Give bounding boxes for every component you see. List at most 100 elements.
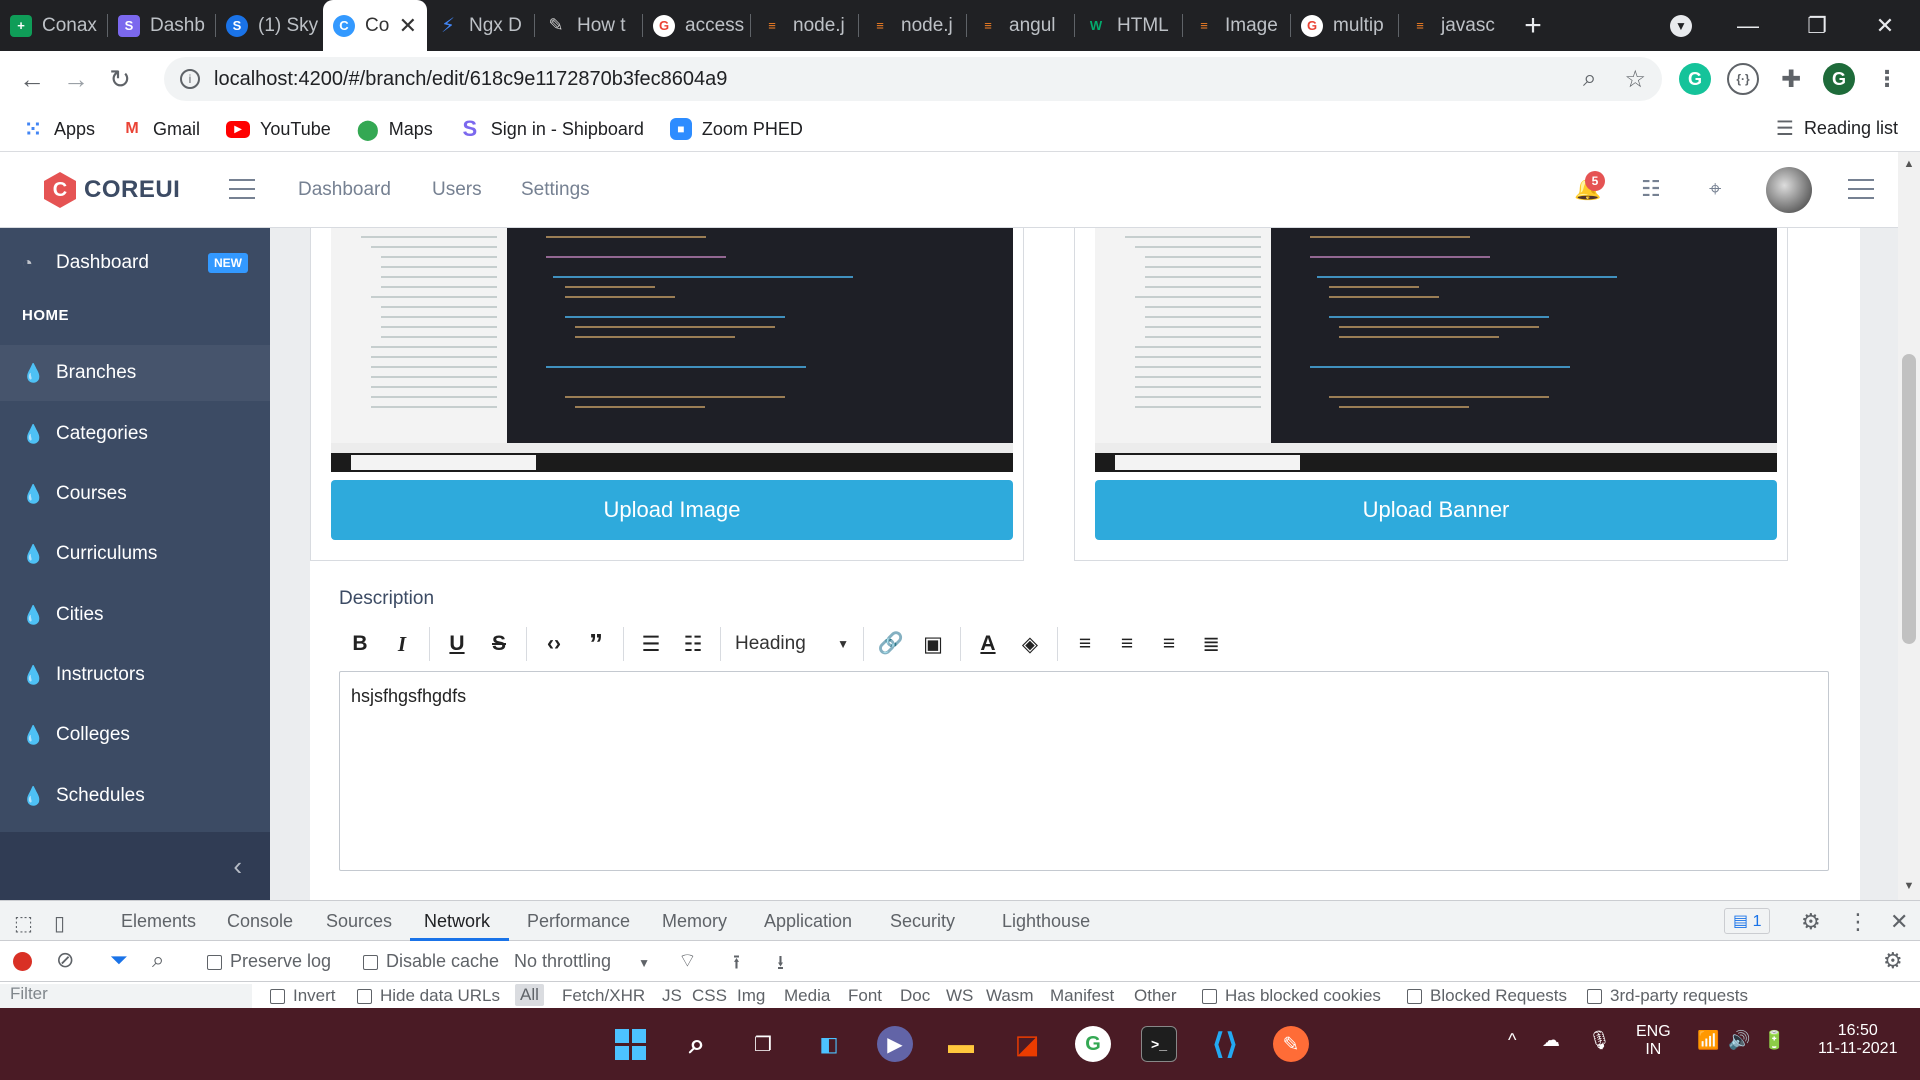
invert-checkbox[interactable]: Invert xyxy=(270,986,336,1006)
task-view-icon[interactable]: ❐ xyxy=(745,1026,781,1062)
code-icon[interactable]: ‹› xyxy=(533,624,575,664)
align-center-icon[interactable]: ≡ xyxy=(1106,624,1148,664)
ordered-list-icon[interactable]: ☰ xyxy=(630,624,672,664)
type-filter-manifest[interactable]: Manifest xyxy=(1050,986,1114,1006)
sidebar-item-dashboard[interactable]: ◔ Dashboard NEW xyxy=(0,239,270,287)
browser-tab[interactable]: ✎ How t xyxy=(535,0,642,51)
link-icon[interactable]: 🔗 xyxy=(870,624,912,664)
devtools-tab-network[interactable]: Network xyxy=(424,911,490,932)
browser-tab[interactable]: S Dashb xyxy=(108,0,215,51)
import-har-icon[interactable]: ⭱ xyxy=(733,948,740,982)
windows-start-icon[interactable] xyxy=(612,1026,648,1062)
browser-tab[interactable]: S (1) Sky xyxy=(216,0,323,51)
align-justify-icon[interactable]: ≣ xyxy=(1190,624,1232,664)
blockquote-icon[interactable]: ” xyxy=(575,624,617,664)
extensions-puzzle-icon[interactable]: ✚ xyxy=(1775,63,1807,95)
search-icon[interactable]: ⌕ xyxy=(679,1026,715,1062)
throttling-select[interactable]: No throttling ▼ xyxy=(514,951,650,972)
aside-menu-toggle-icon[interactable] xyxy=(1848,179,1874,199)
forward-icon[interactable]: → xyxy=(54,57,98,101)
disable-cache-checkbox[interactable]: Disable cache xyxy=(363,951,499,972)
devtools-tab-memory[interactable]: Memory xyxy=(662,911,727,932)
italic-icon[interactable]: I xyxy=(381,624,423,664)
scroll-down-icon[interactable]: ▼ xyxy=(1898,880,1920,892)
sidebar-item-branches[interactable]: 💧 Branches xyxy=(0,345,270,401)
type-filter-media[interactable]: Media xyxy=(784,986,830,1006)
has-blocked-cookies-checkbox[interactable]: Has blocked cookies xyxy=(1202,986,1381,1006)
profile-avatar[interactable]: G xyxy=(1823,63,1855,95)
bookmark-gmail[interactable]: M Gmail xyxy=(121,118,200,140)
zoom-icon[interactable]: ⌕ xyxy=(1583,65,1596,94)
strikethrough-icon[interactable]: S xyxy=(478,624,520,664)
volume-icon[interactable]: 🔊 xyxy=(1728,1030,1750,1051)
browser-tab[interactable]: ⚡ Ngx D xyxy=(427,0,534,51)
browser-tab[interactable]: ≡ node.j xyxy=(751,0,858,51)
language-indicator[interactable]: ENG IN xyxy=(1636,1023,1671,1059)
device-toolbar-icon[interactable]: ▯ xyxy=(54,911,65,936)
sidebar-item-colleges[interactable]: 💧 Colleges xyxy=(0,711,270,759)
issues-counter[interactable]: ▤ 1 xyxy=(1724,908,1771,934)
close-tab-icon[interactable]: ✕ xyxy=(399,13,417,39)
browser-tab[interactable]: ≡ angul xyxy=(967,0,1074,51)
sidebar-item-schedules[interactable]: 💧 Schedules xyxy=(0,772,270,820)
scrollbar-thumb[interactable] xyxy=(1902,354,1916,644)
browser-menu-icon[interactable]: ⋮ xyxy=(1871,63,1903,95)
page-scrollbar[interactable]: ▲ ▼ xyxy=(1898,152,1920,900)
inspect-element-icon[interactable]: ⬚ xyxy=(14,911,33,936)
office-icon[interactable]: ◪ xyxy=(1009,1026,1045,1062)
bookmark-apps[interactable]: ⁙ Apps xyxy=(22,118,95,141)
devtools-more-icon[interactable]: ⋮ xyxy=(1847,909,1869,935)
third-party-requests-checkbox[interactable]: 3rd-party requests xyxy=(1587,986,1748,1006)
url-text[interactable]: localhost:4200/#/branch/edit/618c9e11728… xyxy=(214,68,727,91)
devtools-tab-performance[interactable]: Performance xyxy=(527,911,630,932)
hide-data-urls-checkbox[interactable]: Hide data URLs xyxy=(357,986,500,1006)
new-tab-button[interactable]: + xyxy=(1506,0,1560,51)
close-window-icon[interactable]: ✕ xyxy=(1850,0,1920,51)
devtools-tab-sources[interactable]: Sources xyxy=(326,911,392,932)
heading-select[interactable]: Heading ▼ xyxy=(727,624,857,664)
omnibox[interactable]: i localhost:4200/#/branch/edit/618c9e117… xyxy=(164,57,1662,101)
minimize-icon[interactable]: — xyxy=(1713,0,1783,51)
tab-search-icon[interactable]: ▼ xyxy=(1646,0,1716,51)
sidebar-minimizer[interactable]: ‹ xyxy=(0,832,270,900)
sidebar-toggle-icon[interactable] xyxy=(229,179,255,199)
filter-icon[interactable]: ⏷ xyxy=(110,947,128,973)
grammarly-icon[interactable]: G xyxy=(1679,63,1711,95)
type-filter-css[interactable]: CSS xyxy=(692,986,727,1006)
type-filter-font[interactable]: Font xyxy=(848,986,882,1006)
sidebar-item-courses[interactable]: 💧 Courses xyxy=(0,470,270,518)
header-nav-dashboard[interactable]: Dashboard xyxy=(298,179,391,201)
coreui-logo[interactable]: C COREUI xyxy=(44,172,180,208)
text-color-icon[interactable]: A xyxy=(967,624,1009,664)
reload-icon[interactable]: ↻ xyxy=(98,57,142,101)
align-right-icon[interactable]: ≡ xyxy=(1148,624,1190,664)
bookmark-youtube[interactable]: ▶ YouTube xyxy=(226,119,331,140)
bullet-list-icon[interactable]: ☷ xyxy=(672,624,714,664)
export-har-icon[interactable]: ⭳ xyxy=(777,948,784,982)
postman-icon[interactable]: ✎ xyxy=(1273,1026,1309,1062)
browser-tab[interactable]: Gaccess xyxy=(643,0,750,51)
location-pin-icon[interactable]: ⌖ xyxy=(1709,176,1721,202)
blocked-requests-checkbox[interactable]: Blocked Requests xyxy=(1407,986,1567,1006)
type-filter-other[interactable]: Other xyxy=(1134,986,1177,1006)
devtools-tab-application[interactable]: Application xyxy=(764,911,852,932)
type-filter-all[interactable]: All xyxy=(515,984,544,1006)
devtools-tab-security[interactable]: Security xyxy=(890,911,955,932)
description-editor[interactable]: hsjsfhgsfhgdfs xyxy=(339,671,1829,871)
header-nav-settings[interactable]: Settings xyxy=(521,179,590,201)
type-filter-img[interactable]: Img xyxy=(737,986,765,1006)
wifi-icon[interactable]: 📶 xyxy=(1697,1030,1719,1051)
underline-icon[interactable]: U xyxy=(436,624,478,664)
browser-tab[interactable]: W HTML xyxy=(1075,0,1182,51)
align-left-icon[interactable]: ≡ xyxy=(1064,624,1106,664)
terminal-icon[interactable]: >_ xyxy=(1141,1026,1177,1062)
upload-image-button[interactable]: Upload Image xyxy=(331,480,1013,540)
browser-tab[interactable]: + Conax xyxy=(0,0,107,51)
battery-icon[interactable]: 🔋 xyxy=(1763,1030,1785,1051)
browser-tab[interactable]: ≡ node.j xyxy=(859,0,966,51)
microphone-icon[interactable]: 🎙 xyxy=(1588,1030,1611,1051)
devtools-close-icon[interactable]: ✕ xyxy=(1890,909,1908,935)
background-color-icon[interactable]: ◈ xyxy=(1009,624,1051,664)
browser-tab[interactable]: ≡ Image xyxy=(1183,0,1290,51)
network-filter-input[interactable]: Filter xyxy=(0,984,252,1008)
